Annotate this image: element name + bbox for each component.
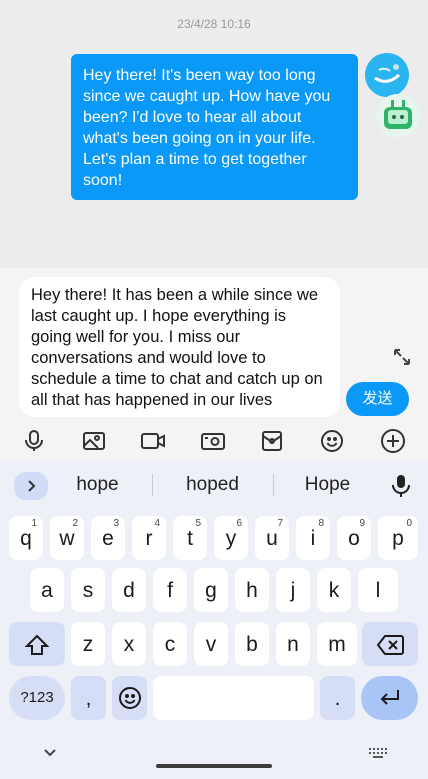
key-n[interactable]: n bbox=[276, 622, 310, 666]
emoji-key[interactable] bbox=[112, 676, 147, 720]
emoji-icon[interactable] bbox=[319, 428, 345, 454]
enter-icon bbox=[380, 690, 399, 705]
key-o[interactable]: 9o bbox=[337, 516, 371, 560]
enter-key[interactable] bbox=[361, 676, 418, 720]
key-q[interactable]: 1q bbox=[9, 516, 43, 560]
suggestion-1[interactable]: hope bbox=[55, 472, 140, 498]
suggestion-divider bbox=[152, 474, 153, 496]
key-y[interactable]: 6y bbox=[214, 516, 248, 560]
keyboard-switch-icon[interactable] bbox=[368, 746, 388, 764]
home-indicator[interactable] bbox=[156, 764, 272, 768]
mic-icon[interactable] bbox=[21, 428, 47, 454]
key-b[interactable]: b bbox=[235, 622, 269, 666]
backspace-icon bbox=[376, 635, 404, 655]
comma-key[interactable]: , bbox=[71, 676, 106, 720]
key-p[interactable]: 0p bbox=[378, 516, 418, 560]
key-v[interactable]: v bbox=[194, 622, 228, 666]
shift-icon bbox=[24, 634, 50, 655]
send-button[interactable]: 发送 bbox=[346, 382, 409, 416]
chat-area: 23/4/28 10:16 Hey there! It's been way t… bbox=[0, 0, 428, 268]
key-r[interactable]: 4r bbox=[132, 516, 166, 560]
emoji-icon bbox=[118, 687, 141, 709]
key-e[interactable]: 3e bbox=[91, 516, 125, 560]
key-k[interactable]: k bbox=[317, 568, 351, 612]
voice-input-icon[interactable] bbox=[390, 474, 412, 498]
outgoing-message-bubble[interactable]: Hey there! It's been way too long since … bbox=[71, 54, 358, 200]
chevron-right-icon[interactable] bbox=[14, 472, 48, 500]
key-f[interactable]: f bbox=[153, 568, 187, 612]
avatar-robot[interactable] bbox=[376, 94, 420, 138]
key-c[interactable]: c bbox=[153, 622, 187, 666]
space-bar[interactable] bbox=[153, 676, 314, 720]
message-input[interactable]: Hey there! It has been a while since we … bbox=[19, 277, 340, 417]
key-m[interactable]: m bbox=[317, 622, 357, 666]
suggestion-2[interactable]: hoped bbox=[165, 472, 260, 498]
composer: Hey there! It has been a while since we … bbox=[0, 268, 428, 423]
suggestion-divider bbox=[273, 474, 274, 496]
red-packet-icon[interactable] bbox=[259, 428, 285, 454]
key-t[interactable]: 5t bbox=[173, 516, 207, 560]
backspace-key[interactable] bbox=[362, 622, 418, 666]
navigation-bar bbox=[0, 728, 428, 779]
key-a[interactable]: a bbox=[30, 568, 64, 612]
symbols-key[interactable]: ?123 bbox=[9, 676, 65, 720]
add-icon[interactable] bbox=[380, 428, 406, 454]
period-key[interactable]: . bbox=[320, 676, 355, 720]
avatar-self[interactable] bbox=[365, 53, 409, 97]
key-x[interactable]: x bbox=[112, 622, 146, 666]
key-s[interactable]: s bbox=[71, 568, 105, 612]
key-u[interactable]: 7u bbox=[255, 516, 289, 560]
chat-toolbar bbox=[0, 423, 428, 460]
key-l[interactable]: l bbox=[358, 568, 398, 612]
camera-icon[interactable] bbox=[200, 428, 226, 454]
chevron-down-icon[interactable] bbox=[41, 746, 59, 764]
image-icon[interactable] bbox=[81, 428, 107, 454]
key-g[interactable]: g bbox=[194, 568, 228, 612]
message-timestamp: 23/4/28 10:16 bbox=[177, 17, 251, 31]
shift-key[interactable] bbox=[9, 622, 65, 666]
expand-icon[interactable] bbox=[391, 346, 413, 368]
key-j[interactable]: j bbox=[276, 568, 310, 612]
suggestion-strip: hope hoped Hope bbox=[0, 460, 428, 510]
key-h[interactable]: h bbox=[235, 568, 269, 612]
key-w[interactable]: 2w bbox=[50, 516, 84, 560]
key-d[interactable]: d bbox=[112, 568, 146, 612]
key-i[interactable]: 8i bbox=[296, 516, 330, 560]
suggestion-3[interactable]: Hope bbox=[285, 472, 370, 498]
key-z[interactable]: z bbox=[71, 622, 105, 666]
video-icon[interactable] bbox=[140, 428, 166, 454]
